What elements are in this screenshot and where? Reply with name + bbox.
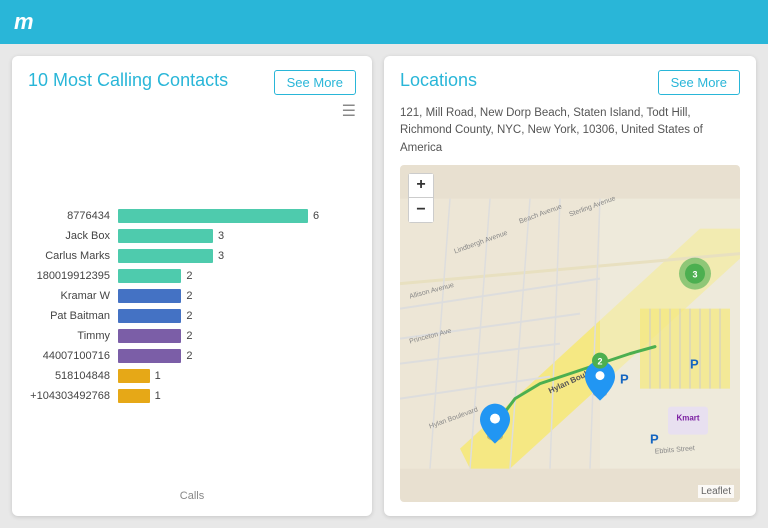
bar-wrap: 2 [118,308,356,324]
map-zoom-controls: + − [408,173,434,223]
bar-wrap: 2 [118,348,356,364]
bar-fill [118,209,308,223]
bar-label: 44007100716 [28,350,118,362]
bar-row: Pat Baitman 2 [28,308,356,324]
bar-fill [118,389,150,403]
app-header: m [0,0,768,44]
svg-text:2: 2 [597,356,602,366]
bar-value: 2 [186,290,192,302]
bar-value: 2 [186,330,192,342]
bar-label: Pat Baitman [28,310,118,322]
bar-value: 2 [186,350,192,362]
app-logo: m [14,9,34,35]
bar-wrap: 1 [118,388,356,404]
bar-fill [118,309,181,323]
svg-text:P: P [650,431,659,446]
bar-fill [118,249,213,263]
bar-label: 518104848 [28,370,118,382]
bar-value: 1 [155,370,161,382]
bar-label: 8776434 [28,210,118,222]
bar-chart: 8776434 6 Jack Box 3 Carlus Marks 3 1800199123… [28,125,356,486]
bar-label: Jack Box [28,230,118,242]
bar-label: 180019912395 [28,270,118,282]
bar-row: 180019912395 2 [28,268,356,284]
bar-wrap: 2 [118,288,356,304]
bar-wrap: 6 [118,208,356,224]
calling-contacts-card: 10 Most Calling Contacts See More ☰ 8776… [12,56,372,516]
bar-row: Carlus Marks 3 [28,248,356,264]
svg-text:3: 3 [692,269,697,279]
calling-contacts-see-more-button[interactable]: See More [274,70,356,95]
bar-fill [118,349,181,363]
bar-wrap: 3 [118,248,356,264]
location-address: 121, Mill Road, New Dorp Beach, Staten I… [400,105,740,157]
bar-fill [118,229,213,243]
bar-wrap: 2 [118,268,356,284]
calling-contacts-header: 10 Most Calling Contacts See More [28,70,356,95]
bar-row: Timmy 2 [28,328,356,344]
bar-value: 3 [218,230,224,242]
bar-value: 2 [186,270,192,282]
bar-row: Kramar W 2 [28,288,356,304]
svg-text:P: P [690,356,699,371]
chart-menu-icon[interactable]: ☰ [28,101,356,121]
bar-wrap: 1 [118,368,356,384]
bar-row: +104303492768 1 [28,388,356,404]
zoom-out-button[interactable]: − [409,198,433,222]
map-container: Sterling Avenue Beach Avenue Lindbergh A… [400,165,740,502]
bar-value: 3 [218,250,224,262]
bar-row: Jack Box 3 [28,228,356,244]
bar-wrap: 2 [118,328,356,344]
chart-footer: Calls [28,490,356,502]
bar-value: 2 [186,310,192,322]
bar-label: Kramar W [28,290,118,302]
locations-header: Locations See More [400,70,740,95]
map-attribution: Leaflet [698,485,734,498]
zoom-in-button[interactable]: + [409,174,433,198]
bar-row: 8776434 6 [28,208,356,224]
bar-fill [118,269,181,283]
bar-value: 6 [313,210,319,222]
bar-row: 518104848 1 [28,368,356,384]
locations-title: Locations [400,70,477,91]
bar-row: 44007100716 2 [28,348,356,364]
locations-see-more-button[interactable]: See More [658,70,740,95]
map-svg: Sterling Avenue Beach Avenue Lindbergh A… [400,165,740,502]
bar-label: Carlus Marks [28,250,118,262]
bar-label: Timmy [28,330,118,342]
main-content: 10 Most Calling Contacts See More ☰ 8776… [0,44,768,528]
bar-value: 1 [155,390,161,402]
bar-label: +104303492768 [28,390,118,402]
calling-contacts-title: 10 Most Calling Contacts [28,70,228,91]
bar-wrap: 3 [118,228,356,244]
bar-fill [118,329,181,343]
svg-text:P: P [620,371,629,386]
bar-fill [118,369,150,383]
bar-fill [118,289,181,303]
svg-text:Kmart: Kmart [676,413,699,422]
locations-card: Locations See More 121, Mill Road, New D… [384,56,756,516]
